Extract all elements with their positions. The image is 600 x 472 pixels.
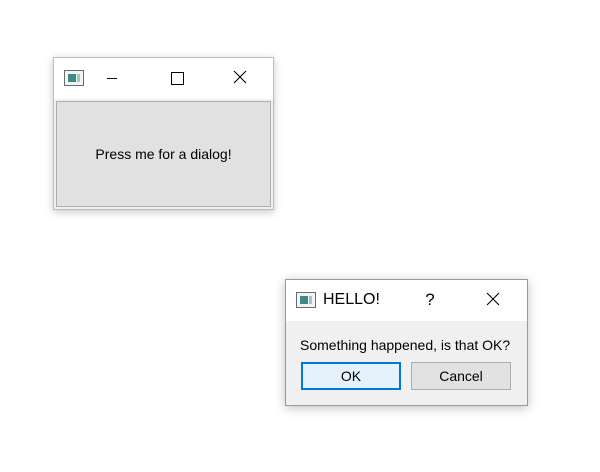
dialog-message: Something happened, is that OK? (300, 337, 511, 353)
message-dialog: HELLO! ? Something happened, is that OK?… (285, 279, 528, 406)
dialog-titlebar[interactable]: HELLO! ? (286, 280, 527, 320)
help-button[interactable]: ? (413, 280, 447, 320)
app-window-icon (64, 70, 84, 86)
close-icon (486, 292, 500, 306)
desktop: Press me for a dialog! HELLO! ? Somethin… (0, 0, 600, 472)
close-icon (233, 70, 247, 84)
maximize-icon (171, 72, 184, 85)
minimize-icon (107, 78, 117, 79)
cancel-button[interactable]: Cancel (411, 362, 511, 390)
dialog-title: HELLO! (323, 291, 380, 308)
main-window: Press me for a dialog! (53, 57, 274, 210)
main-client-area: Press me for a dialog! (54, 99, 273, 209)
ok-button[interactable]: OK (301, 362, 401, 390)
maximize-button[interactable] (153, 58, 199, 98)
app-window-icon (296, 292, 316, 308)
main-titlebar[interactable] (54, 58, 273, 98)
dialog-close-button[interactable] (470, 280, 516, 320)
close-button[interactable] (217, 58, 263, 98)
open-dialog-button[interactable]: Press me for a dialog! (56, 101, 271, 207)
dialog-client-area: Something happened, is that OK? OK Cance… (286, 321, 527, 405)
minimize-button[interactable] (89, 58, 135, 98)
